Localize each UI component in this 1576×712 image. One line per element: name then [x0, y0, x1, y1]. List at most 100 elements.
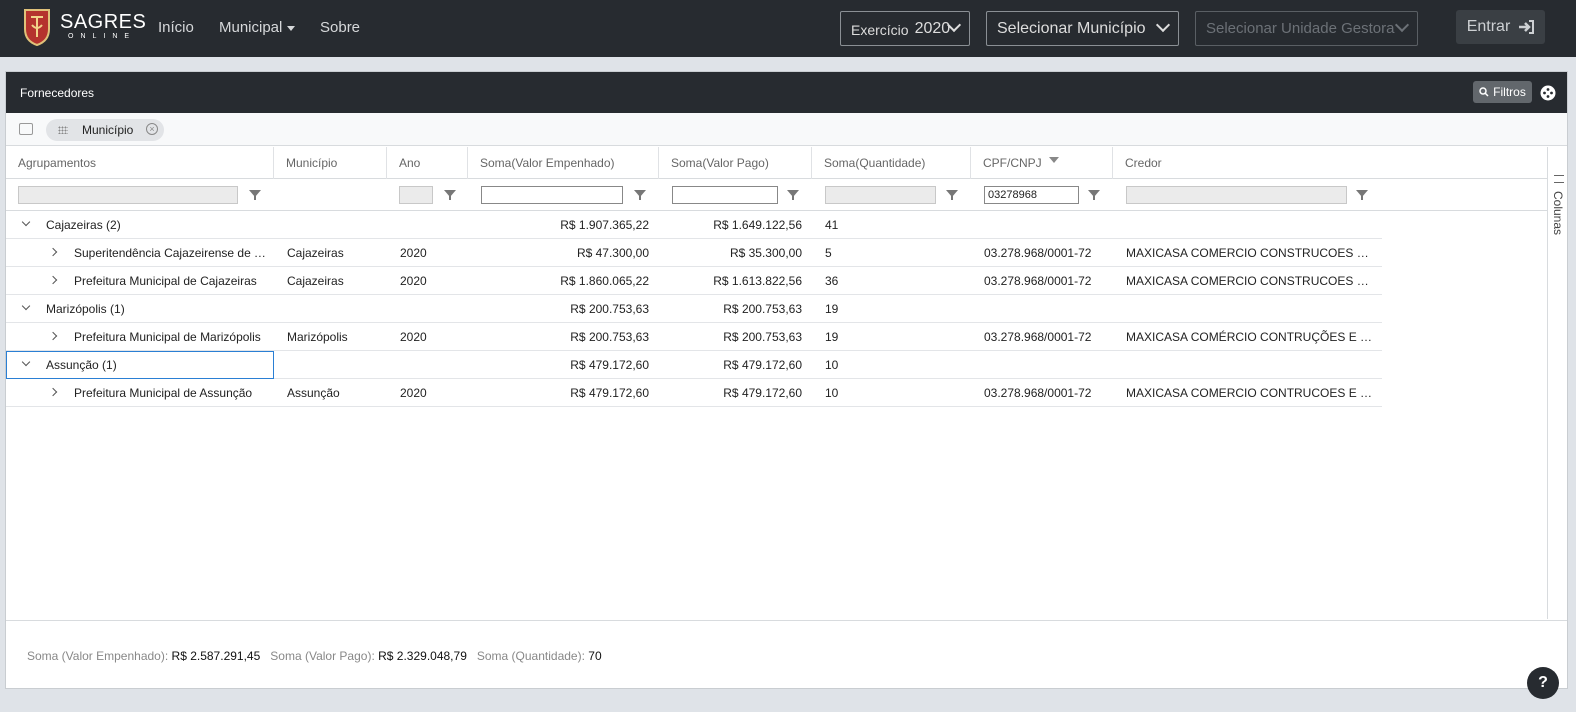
group-panel-icon — [19, 123, 33, 135]
caret-down-icon — [287, 25, 296, 31]
group-row[interactable]: Cajazeiras (2) R$ 1.907.365,22 R$ 1.649.… — [6, 211, 1382, 239]
nav-municipal[interactable]: Municipal — [219, 19, 296, 36]
chevron-right-icon[interactable] — [48, 387, 58, 397]
columns-tab-label: Colunas — [1551, 191, 1565, 236]
search-icon — [1479, 87, 1489, 97]
filter-input-valor-empenhado[interactable] — [481, 186, 623, 204]
filter-icon[interactable] — [1356, 190, 1368, 200]
filter-icon[interactable] — [634, 190, 646, 200]
header-row: Agrupamentos Município Ano Soma(Valor Em… — [6, 147, 1547, 179]
cell-valor-empenhado: R$ 200.753,63 — [570, 302, 649, 316]
cell-valor-pago: R$ 200.753,63 — [723, 302, 802, 316]
cell-agrupamento: Prefeitura Municipal de Cajazeiras — [74, 274, 257, 288]
header-cpf-cnpj[interactable]: CPF/CNPJ — [971, 147, 1113, 179]
cell-cpf-cnpj: 03.278.968/0001-72 — [984, 386, 1092, 400]
cell-valor-pago: R$ 479.172,60 — [723, 358, 802, 372]
group-label: Marizópolis (1) — [46, 302, 125, 316]
header-credor[interactable]: Credor — [1113, 147, 1382, 179]
filter-cell-valor-empenhado — [468, 179, 659, 211]
group-label: Assunção (1) — [46, 358, 117, 372]
filter-cell-valor-pago — [659, 179, 812, 211]
cell-valor-empenhado: R$ 47.300,00 — [576, 246, 649, 260]
brand[interactable]: SAGRES ONLINE — [60, 12, 146, 42]
chevron-down-icon[interactable] — [21, 217, 31, 227]
chevron-right-icon[interactable] — [48, 331, 58, 341]
municipio-select[interactable]: Selecionar Município — [986, 11, 1179, 46]
header-ano[interactable]: Ano — [387, 147, 468, 179]
nav-sobre[interactable]: Sobre — [320, 19, 360, 36]
filter-input-valor-pago[interactable] — [672, 186, 778, 204]
cell-valor-pago: R$ 35.300,00 — [729, 246, 802, 260]
header-valor-empenhado[interactable]: Soma(Valor Empenhado) — [468, 147, 659, 179]
cell-agrupamento: Superitendência Cajazeirense de Tr... — [74, 246, 266, 260]
unidade-gestora-select: Selecionar Unidade Gestora — [1195, 11, 1418, 46]
totals-footer: Soma (Valor Empenhado): R$ 2.587.291,45 … — [6, 620, 1567, 688]
data-grid: Agrupamentos Município Ano Soma(Valor Em… — [6, 147, 1547, 407]
chevron-down-icon[interactable] — [21, 301, 31, 311]
entrar-label: Entrar — [1466, 18, 1511, 35]
filter-icon[interactable] — [946, 190, 958, 200]
cell-ano: 2020 — [400, 386, 427, 400]
help-button[interactable]: ? — [1527, 667, 1559, 699]
exercicio-select[interactable]: Exercício 2020 — [840, 11, 970, 46]
panel-header: Fornecedores Filtros — [6, 72, 1567, 113]
filter-icon[interactable] — [249, 190, 261, 200]
filter-input-agrupamentos — [18, 186, 238, 204]
brand-name: SAGRES — [60, 11, 147, 33]
table-row[interactable]: Superitendência Cajazeirense de Tr... Ca… — [6, 239, 1382, 267]
table-row[interactable]: Prefeitura Municipal de Cajazeiras Cajaz… — [6, 267, 1382, 295]
nav-inicio[interactable]: Início — [158, 19, 194, 36]
filter-cell-quantidade — [812, 179, 971, 211]
cell-municipio: Cajazeiras — [287, 246, 344, 260]
tce-logo-icon[interactable] — [22, 7, 52, 47]
header-cpf-cnpj-label: CPF/CNPJ — [983, 156, 1042, 170]
sign-in-icon — [1519, 20, 1535, 34]
filter-icon[interactable] — [787, 190, 799, 200]
cell-agrupamento: Prefeitura Municipal de Assunção — [74, 386, 253, 400]
columns-side-tab[interactable]: Colunas — [1547, 147, 1569, 619]
total-pago-value: R$ 2.329.048,79 — [378, 649, 467, 663]
cell-valor-pago: R$ 1.649.122,56 — [713, 218, 802, 232]
cell-municipio: Assunção — [287, 386, 340, 400]
cell-ano: 2020 — [400, 274, 427, 288]
cell-cpf-cnpj: 03.278.968/0001-72 — [984, 274, 1092, 288]
nav-municipal-label: Municipal — [219, 19, 283, 36]
group-row[interactable]: Marizópolis (1) R$ 200.753,63 R$ 200.753… — [6, 295, 1382, 323]
header-agrupamentos[interactable]: Agrupamentos — [6, 147, 274, 179]
cell-credor: MAXICASA COMERCIO CONSTRUCOES E SE... — [1126, 274, 1376, 288]
cell-municipio: Marizópolis — [287, 330, 348, 344]
group-chip-municipio[interactable]: Município × — [46, 119, 164, 141]
total-quantidade-label: Soma (Quantidade): — [476, 649, 585, 663]
cell-quantidade: 36 — [825, 274, 839, 288]
table-row[interactable]: Prefeitura Municipal de Marizópolis Mari… — [6, 323, 1382, 351]
cell-ano: 2020 — [400, 330, 427, 344]
group-label: Cajazeiras (2) — [46, 218, 121, 232]
header-valor-pago[interactable]: Soma(Valor Pago) — [659, 147, 812, 179]
chevron-right-icon[interactable] — [48, 275, 58, 285]
filter-row: 03278968 — [6, 179, 1547, 211]
panel-title: Fornecedores — [20, 85, 95, 100]
cell-valor-empenhado: R$ 479.172,60 — [570, 386, 649, 400]
table-row[interactable]: Prefeitura Municipal de Assunção Assunçã… — [6, 379, 1382, 407]
cell-quantidade: 5 — [825, 246, 832, 260]
group-row[interactable]: Assunção (1) R$ 479.172,60 R$ 479.172,60… — [6, 351, 1382, 379]
filtros-button[interactable]: Filtros — [1473, 81, 1532, 103]
cell-valor-empenhado: R$ 479.172,60 — [570, 358, 649, 372]
header-quantidade[interactable]: Soma(Quantidade) — [812, 147, 971, 179]
cell-quantidade: 41 — [825, 218, 839, 232]
entrar-button[interactable]: Entrar — [1456, 10, 1545, 44]
filter-icon[interactable] — [1088, 190, 1100, 200]
drag-handle-icon[interactable] — [58, 126, 68, 134]
municipio-placeholder: Selecionar Município — [997, 19, 1146, 37]
header-municipio[interactable]: Município — [274, 147, 387, 179]
chevron-right-icon[interactable] — [48, 247, 58, 257]
filter-input-cpf-cnpj[interactable]: 03278968 — [984, 186, 1079, 204]
filtros-label: Filtros — [1493, 85, 1526, 99]
cell-valor-empenhado: R$ 1.907.365,22 — [560, 218, 649, 232]
filter-icon[interactable] — [444, 190, 456, 200]
options-icon[interactable] — [1540, 85, 1556, 101]
cell-credor: MAXICASA COMERCIO CONSTRUCOES E SE... — [1126, 246, 1376, 260]
remove-icon[interactable]: × — [146, 123, 158, 135]
group-chip-label: Município — [82, 123, 134, 137]
fornecedores-panel: Fornecedores Filtros Município × Agrupam… — [5, 71, 1568, 689]
